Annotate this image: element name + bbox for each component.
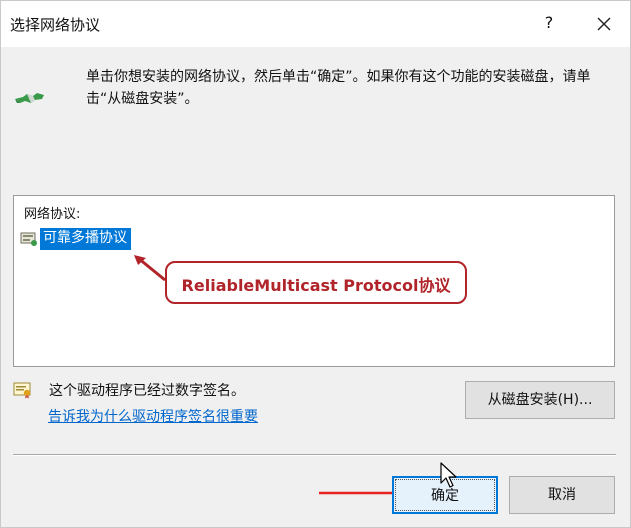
driver-signing-info-link[interactable]: 告诉我为什么驱动程序签名很重要 bbox=[48, 406, 258, 426]
protocol-icon bbox=[20, 232, 37, 246]
driver-signed-text: 这个驱动程序已经过数字签名。 bbox=[49, 383, 245, 399]
network-cable-icon bbox=[15, 93, 44, 103]
install-from-disk-button[interactable]: 从磁盘安装(H)... bbox=[465, 381, 615, 419]
title-bar: 选择网络协议 ? bbox=[1, 1, 630, 47]
cancel-button[interactable]: 取消 bbox=[509, 476, 615, 514]
annotation-text: ReliableMulticast Protocol协议 bbox=[181, 276, 451, 295]
separator bbox=[13, 454, 616, 456]
annotation-callout: ReliableMulticast Protocol协议 bbox=[165, 261, 467, 304]
help-button[interactable]: ? bbox=[536, 10, 562, 36]
select-network-protocol-dialog: 选择网络协议 ? 单击你想安装的网络协议，然后单击“确定”。如果你有这个功能的安… bbox=[0, 0, 631, 528]
mouse-pointer-icon bbox=[440, 462, 457, 488]
list-header: 网络协议: bbox=[24, 207, 81, 222]
close-button[interactable] bbox=[589, 10, 619, 38]
close-icon bbox=[597, 17, 611, 31]
intro-instructions: 单击你想安装的网络协议，然后单击“确定”。如果你有这个功能的安装磁盘，请单击“从… bbox=[86, 69, 591, 107]
certificate-icon bbox=[13, 382, 31, 399]
annotation-arrow bbox=[134, 255, 166, 282]
window-title: 选择网络协议 bbox=[10, 16, 101, 34]
list-item-label: 可靠多播协议 bbox=[40, 228, 131, 250]
list-item[interactable]: 可靠多播协议 bbox=[20, 228, 131, 250]
driver-signature-row: 这个驱动程序已经过数字签名。 bbox=[13, 379, 245, 401]
